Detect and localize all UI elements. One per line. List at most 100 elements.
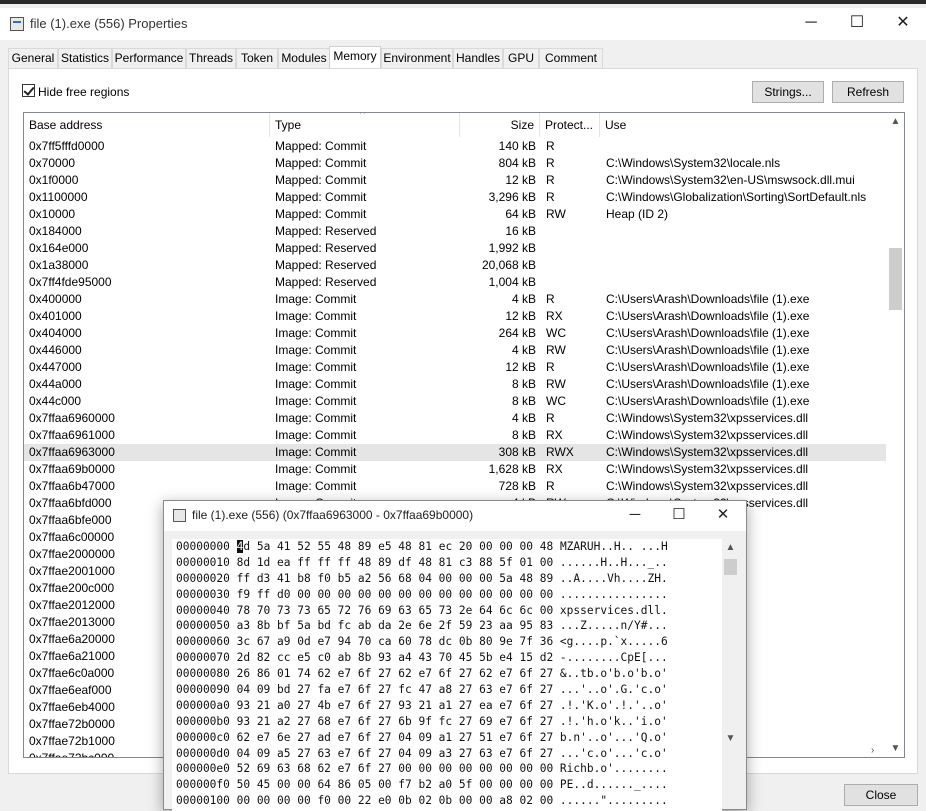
hex-scroll-thumb[interactable] [724,559,737,575]
tab-environment[interactable]: Environment [381,48,453,68]
table-row[interactable]: 0x1f0000 Mapped: Commit 12 kB R C:\Windows\S… [24,172,886,189]
cell-type: Image: Commit [275,377,357,391]
tab-general[interactable]: General [8,48,58,68]
cell-protection: WC [546,326,566,340]
cell-use: C:\Users\Arash\Downloads\file (1).exe [606,343,810,357]
hex-line: 00000010 8d 1d ea ff ff ff 48 89 df 48 8… [176,555,668,569]
hex-line-rest: d 5a 41 52 55 48 89 e5 48 81 ec 20 00 00… [243,540,668,553]
table-row[interactable]: 0x7ffaa6b47000 Image: Commit 728 kB R C:\Win… [24,478,886,495]
cell-type: Image: Commit [275,411,357,425]
table-row[interactable]: 0x7ffaa6963000 Image: Commit 308 kB RWX C:\W… [24,444,886,461]
cell-size: 4 kB [511,343,536,357]
table-row[interactable]: 0x7ff4fde95000 Mapped: Reserved 1,004 kB [24,274,886,291]
cell-use: C:\Windows\System32\xpsservices.dll [606,479,809,493]
cell-base-address: 0x7ff5fffd0000 [29,139,105,153]
table-row[interactable]: 0x164e000 Mapped: Reserved 1,992 kB [24,240,886,257]
tab-performance[interactable]: Performance [112,48,186,68]
cell-use: C:\Windows\System32\xpsservices.dll [606,411,809,425]
refresh-button[interactable]: Refresh [832,81,904,103]
cell-size: 4 kB [511,411,536,425]
hex-line: 00000090 04 09 bd 27 fa e7 6f 27 fc 47 a… [176,683,668,697]
cell-base-address: 0x10000 [29,207,76,221]
cell-base-address: 0x1a38000 [29,258,89,272]
scroll-thumb[interactable] [889,248,902,310]
cell-protection: R [546,173,555,187]
list-header: Base address Type ^ Size Protect... Use [24,113,886,137]
table-row[interactable]: 0x400000 Image: Commit 4 kB R C:\Users\Arash… [24,291,886,308]
table-row[interactable]: 0x1100000 Mapped: Commit 3,296 kB R C:\Windo… [24,189,886,206]
hex-line: 00000030 f9 ff d0 00 00 00 00 00 00 00 0… [176,587,668,601]
cell-use: C:\Windows\System32\xpsservices.dll [606,445,809,459]
hide-free-regions-checkbox[interactable] [22,84,35,97]
cell-base-address: 0x7ffaa6b47000 [29,479,115,493]
table-row[interactable]: 0x10000 Mapped: Commit 64 kB RW Heap (ID 2) [24,206,886,223]
column-protection[interactable]: Protect... [540,113,600,137]
tab-gpu[interactable]: GPU [503,48,539,68]
column-base-address[interactable]: Base address [24,113,270,137]
cell-base-address: 0x400000 [29,292,82,306]
cell-type: Image: Commit [275,462,357,476]
table-row[interactable]: 0x70000 Mapped: Commit 804 kB R C:\Windows\S… [24,155,886,172]
table-row[interactable]: 0x447000 Image: Commit 12 kB R C:\Users\Aras… [24,359,886,376]
hex-vertical-scrollbar[interactable]: ▲ ▼ [722,539,739,744]
table-row[interactable]: 0x44a000 Image: Commit 8 kB RW C:\Users\Aras… [24,376,886,393]
cell-use: C:\Users\Arash\Downloads\file (1).exe [606,292,810,306]
tab-threads[interactable]: Threads [186,48,236,68]
tab-statistics[interactable]: Statistics [58,48,112,68]
cell-size: 728 kB [498,479,536,493]
list-vertical-scrollbar[interactable]: ▲ ▼ [887,113,904,757]
cell-base-address: 0x7ffaa6960000 [29,411,115,425]
hex-line: 00000020 ff d3 41 b8 f0 b5 a2 56 68 04 0… [176,571,668,585]
cell-type: Image: Commit [275,360,357,374]
table-row[interactable]: 0x7ffaa69b0000 Image: Commit 1,628 kB RX C:\… [24,461,886,478]
cell-type: Mapped: Commit [275,156,367,170]
table-row[interactable]: 0x7ff5fffd0000 Mapped: Commit 140 kB R [24,138,886,155]
minimize-button[interactable]: ─ [788,8,834,40]
cell-protection: R [546,360,555,374]
cell-use: C:\Users\Arash\Downloads\file (1).exe [606,377,810,391]
table-row[interactable]: 0x404000 Image: Commit 264 kB WC C:\Users\Ar… [24,325,886,342]
table-row[interactable]: 0x184000 Mapped: Reserved 16 kB [24,223,886,240]
hex-dump-view[interactable]: 00000000 4d 5a 41 52 55 48 89 e5 48 81 e… [172,539,722,811]
tab-handles[interactable]: Handles [453,48,503,68]
cell-size: 8 kB [511,377,536,391]
tab-modules[interactable]: Modules [278,48,330,68]
cell-base-address: 0x7ffaa69b0000 [29,462,115,476]
hex-close-button[interactable]: ✕ [700,501,746,531]
strings-button[interactable]: Strings... [752,81,824,103]
column-use[interactable]: Use [600,113,886,137]
cell-type: Image: Commit [275,326,357,340]
cell-size: 264 kB [498,326,536,340]
hex-line: 00000070 2d 82 cc e5 c0 ab 8b 93 a4 43 7… [176,651,668,665]
cell-base-address: 0x1100000 [29,190,88,204]
table-row[interactable]: 0x1a38000 Mapped: Reserved 20,068 kB [24,257,886,274]
tab-memory[interactable]: Memory [329,46,381,69]
scroll-down-arrow-icon[interactable]: ▼ [887,740,904,757]
close-button[interactable]: Close [844,784,918,806]
cell-base-address: 0x1f0000 [29,173,79,187]
hex-minimize-button[interactable]: ─ [612,501,658,531]
table-row[interactable]: 0x7ffaa6960000 Image: Commit 4 kB R C:\Windo… [24,410,886,427]
close-window-button[interactable]: ✕ [880,8,926,40]
cell-protection: R [546,411,555,425]
tab-comment[interactable]: Comment [539,48,603,68]
column-type[interactable]: Type [270,113,460,137]
table-row[interactable]: 0x7ffaa6961000 Image: Commit 8 kB RX C:\Wind… [24,427,886,444]
app-icon [10,17,24,31]
table-row[interactable]: 0x44c000 Image: Commit 8 kB WC C:\Users\Aras… [24,393,886,410]
hex-scroll-down-icon[interactable]: ▼ [722,733,739,744]
hex-line: 000000b0 93 21 a2 27 68 e7 6f 27 6b 9f f… [176,714,668,728]
cell-protection: R [546,139,555,153]
tab-token[interactable]: Token [236,48,278,68]
scroll-right-arrow-icon[interactable]: › [871,745,874,756]
hide-free-regions-label[interactable]: Hide free regions [38,85,129,99]
hex-scroll-up-icon[interactable]: ▲ [722,542,739,553]
scroll-up-arrow-icon[interactable]: ▲ [887,113,904,130]
table-row[interactable]: 0x446000 Image: Commit 4 kB RW C:\Users\Aras… [24,342,886,359]
hex-maximize-button[interactable]: ☐ [656,501,702,531]
column-size[interactable]: Size [460,113,540,137]
table-row[interactable]: 0x401000 Image: Commit 12 kB RX C:\Users\Ara… [24,308,886,325]
hex-line: 00000000 4d 5a 41 52 55 48 89 e5 48 81 e… [172,539,722,555]
cell-size: 8 kB [511,394,536,408]
maximize-button[interactable]: ☐ [834,8,880,40]
